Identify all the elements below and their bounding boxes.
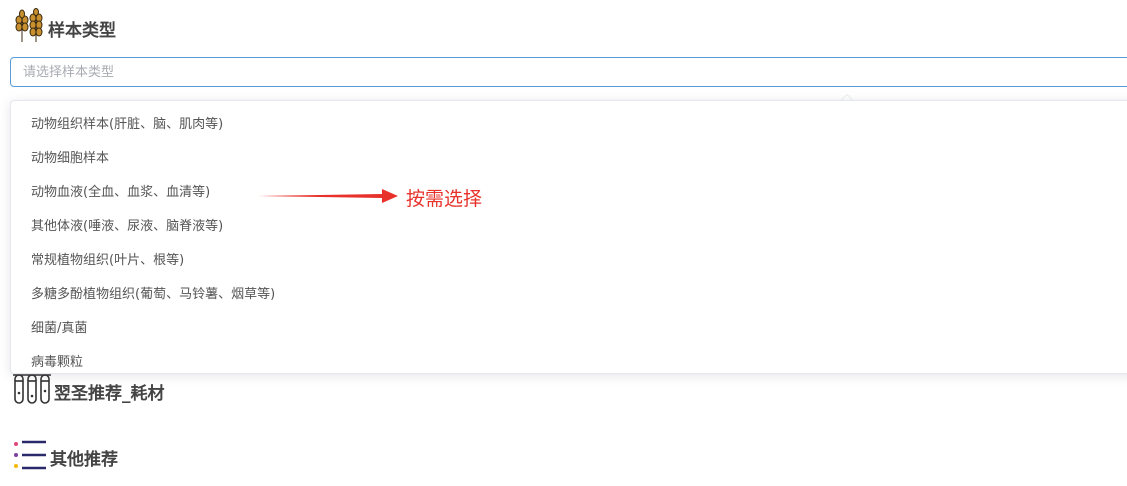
option-other-body-fluid[interactable]: 其他体液(唾液、尿液、脑脊液等) xyxy=(31,210,223,244)
option-polysaccharide-plant[interactable]: 多糖多酚植物组织(葡萄、马铃薯、烟草等) xyxy=(31,278,275,312)
option-animal-blood[interactable]: 动物血液(全血、血浆、血清等) xyxy=(31,176,210,210)
annotation: 按需选择 xyxy=(258,184,482,211)
test-tubes-icon xyxy=(12,369,52,413)
option-animal-cells[interactable]: 动物细胞样本 xyxy=(31,142,109,176)
annotation-text: 按需选择 xyxy=(406,188,483,210)
sample-type-dropdown: 动物组织样本(肝脏、脑、肌肉等) 动物细胞样本 动物血液(全血、血浆、血清等) … xyxy=(10,100,1127,374)
wheat-icon xyxy=(12,8,46,48)
section-title-sample-type: 样本类型 xyxy=(12,8,116,48)
section-title-label: 其他推荐 xyxy=(50,449,118,470)
option-animal-tissue[interactable]: 动物组织样本(肝脏、脑、肌肉等) xyxy=(31,108,223,142)
sample-type-select[interactable] xyxy=(10,57,1127,87)
section-title-consumables: 翌圣推荐_耗材 xyxy=(12,371,165,411)
section-title-other: 其他推荐 xyxy=(12,437,118,477)
option-bacteria-fungi[interactable]: 细菌/真菌 xyxy=(31,312,87,346)
option-plant-tissue[interactable]: 常规植物组织(叶片、根等) xyxy=(31,244,184,278)
section-title-label: 样本类型 xyxy=(48,20,116,41)
list-icon xyxy=(12,437,48,477)
section-title-label: 翌圣推荐_耗材 xyxy=(54,383,165,404)
page: 样本类型 动物组织样本(肝脏、脑、肌肉等) 动物细胞样本 动物血液(全血、血浆、… xyxy=(0,0,1127,486)
arrow-right-icon xyxy=(258,186,400,210)
